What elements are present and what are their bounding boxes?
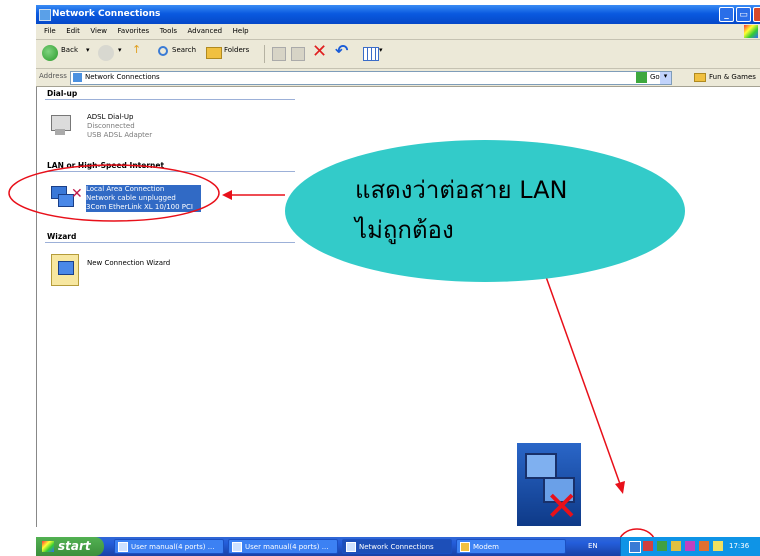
taskbar-button-modem[interactable]: Modem: [456, 539, 566, 554]
callout-bubble: แสดงว่าต่อสาย LAN ไม่ถูกต้อง: [285, 140, 685, 282]
taskbar-button-manual-2[interactable]: User manual(4 ports) ...: [228, 539, 338, 554]
windows-logo-icon: [42, 541, 54, 552]
tray-icon[interactable]: [699, 541, 709, 551]
taskbar-button-network-connections[interactable]: Network Connections: [342, 539, 452, 554]
callout-text: แสดงว่าต่อสาย LAN ไม่ถูกต้อง: [355, 170, 567, 250]
tray-icon[interactable]: [671, 541, 681, 551]
callout-line-2: ไม่ถูกต้อง: [355, 216, 454, 244]
tray-icon[interactable]: [643, 541, 653, 551]
annotation-overlay: [8, 164, 656, 556]
highlight-circle: [8, 164, 220, 222]
arrow-head: [222, 190, 232, 200]
folder-icon: [460, 542, 470, 552]
word-doc-icon: [118, 542, 128, 552]
enlarged-network-icon: ✕: [517, 443, 581, 530]
language-indicator[interactable]: EN: [588, 542, 598, 550]
clock[interactable]: 17:36: [729, 542, 749, 550]
tray-icon[interactable]: [657, 541, 667, 551]
red-x-icon: ✕: [545, 484, 579, 530]
taskbar: start User manual(4 ports) ... User manu…: [36, 537, 760, 556]
start-button[interactable]: start: [36, 537, 104, 556]
word-doc-icon: [232, 542, 242, 552]
network-disconnected-tray-icon[interactable]: [629, 541, 641, 553]
tray-icon[interactable]: [685, 541, 695, 551]
network-connections-icon: [346, 542, 356, 552]
system-tray: 17:36: [620, 537, 760, 556]
callout-line-1: แสดงว่าต่อสาย LAN: [355, 176, 568, 204]
taskbar-button-manual-1[interactable]: User manual(4 ports) ...: [114, 539, 224, 554]
start-label: start: [58, 539, 91, 553]
speaker-icon[interactable]: [713, 541, 723, 551]
arrow-head: [615, 481, 625, 494]
